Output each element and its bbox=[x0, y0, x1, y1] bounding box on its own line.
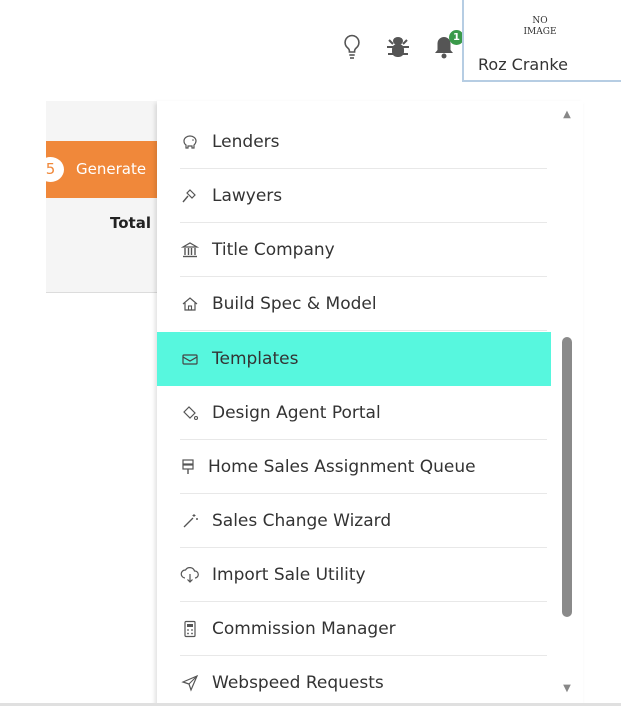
menu-item-templates[interactable]: Templates bbox=[157, 332, 551, 386]
menu-item-label: Webspeed Requests bbox=[212, 673, 384, 693]
lightbulb-icon[interactable] bbox=[343, 34, 361, 60]
menu-item-label: Build Spec & Model bbox=[212, 294, 377, 314]
generate-button[interactable]: 5 Generate bbox=[46, 141, 158, 198]
scrollbar-thumb[interactable] bbox=[562, 337, 572, 617]
menu-item-commission-manager[interactable]: Commission Manager bbox=[157, 602, 551, 656]
magic-wand-icon bbox=[180, 511, 200, 531]
piggy-bank-icon bbox=[180, 132, 200, 152]
generate-label: Generate bbox=[76, 160, 147, 178]
menu-item-webspeed-requests[interactable]: Webspeed Requests bbox=[157, 656, 551, 706]
menu-item-build-spec-model[interactable]: Build Spec & Model bbox=[157, 277, 551, 331]
menu-item-lawyers[interactable]: Lawyers bbox=[157, 169, 551, 223]
menu-item-label: Design Agent Portal bbox=[212, 403, 381, 423]
menu-item-label: Home Sales Assignment Queue bbox=[208, 457, 476, 477]
cloud-download-icon bbox=[180, 565, 200, 585]
user-profile[interactable]: NO IMAGE Roz Cranke bbox=[462, 0, 621, 82]
menu-item-label: Lawyers bbox=[212, 186, 283, 206]
total-label: Total bbox=[110, 214, 151, 232]
avatar-placeholder-line1: NO bbox=[532, 16, 548, 26]
house-icon bbox=[180, 294, 200, 314]
generate-count: 5 bbox=[46, 157, 64, 182]
avatar: NO IMAGE bbox=[520, 16, 560, 38]
menu-item-label: Import Sale Utility bbox=[212, 565, 366, 585]
menu-item-design-agent-portal[interactable]: Design Agent Portal bbox=[157, 386, 551, 440]
menu-item-label: Sales Change Wizard bbox=[212, 511, 392, 531]
menu-item-title-company[interactable]: Title Company bbox=[157, 223, 551, 277]
menu-item-sales-change-wizard[interactable]: Sales Change Wizard bbox=[157, 494, 551, 548]
gavel-icon bbox=[180, 186, 200, 206]
envelope-icon bbox=[180, 349, 200, 369]
avatar-placeholder-line2: IMAGE bbox=[523, 27, 557, 37]
user-name: Roz Cranke bbox=[478, 55, 568, 74]
bug-icon[interactable] bbox=[385, 34, 411, 60]
scroll-down-arrow-icon[interactable]: ▼ bbox=[557, 683, 577, 695]
menu-item-import-sale-utility[interactable]: Import Sale Utility bbox=[157, 548, 551, 602]
menu-item-label: Commission Manager bbox=[212, 619, 396, 639]
scroll-up-arrow-icon[interactable]: ▲ bbox=[557, 109, 577, 121]
menu-scrollbar[interactable]: ▲ ▼ bbox=[557, 101, 577, 706]
bank-building-icon bbox=[180, 240, 200, 260]
menu-item-home-sales-assignment-queue[interactable]: Home Sales Assignment Queue bbox=[157, 440, 551, 494]
paint-bucket-icon bbox=[180, 403, 200, 423]
menu-item-label: Templates bbox=[212, 349, 299, 369]
menu-item-label: Lenders bbox=[212, 132, 280, 152]
menu-item-label: Title Company bbox=[212, 240, 335, 260]
calculator-icon bbox=[180, 619, 200, 639]
dropdown-menu: Lenders Lawyers Title Company Build Spec… bbox=[157, 101, 583, 706]
signpost-icon bbox=[180, 457, 196, 477]
menu-item-lenders[interactable]: Lenders bbox=[157, 115, 551, 169]
paper-plane-icon bbox=[180, 673, 200, 693]
